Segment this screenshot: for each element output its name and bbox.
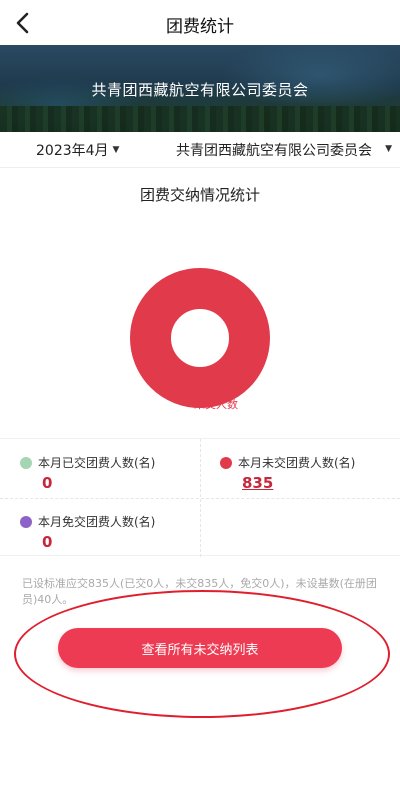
stat-unpaid: 本月未交团费人数(名) 835: [220, 453, 400, 503]
stat-paid: 本月已交团费人数(名) 0: [20, 453, 200, 503]
stats-grid: 本月已交团费人数(名) 0 本月未交团费人数(名) 835 本月免交团费人数(名…: [0, 438, 400, 557]
filter-bar: 2023年4月 ▼ 共青团西藏航空有限公司委员会 ▼: [0, 132, 400, 168]
donut-chart-svg: [130, 268, 270, 408]
banner-trees-decoration: [0, 106, 400, 132]
stat-exempt-value: 0: [42, 533, 53, 551]
stat-exempt-label: 本月免交团费人数(名): [38, 515, 156, 529]
chart-callout-line: [180, 383, 190, 405]
stat-paid-value: 0: [42, 474, 53, 492]
stat-paid-label: 本月已交团费人数(名): [38, 456, 156, 470]
summary-note: 已设标准应交835人(已交0人，未交835人，免交0人)，未设基数(在册团员)4…: [22, 577, 377, 606]
page-title: 团费统计: [166, 17, 234, 37]
view-unpaid-list-button[interactable]: 查看所有未交纳列表: [58, 628, 342, 668]
stat-exempt: 本月免交团费人数(名) 0: [20, 512, 200, 562]
unpaid-legend-dot: [220, 457, 232, 469]
month-dropdown-value: 2023年4月: [36, 143, 109, 159]
stat-unpaid-value-link[interactable]: 835: [242, 474, 273, 492]
caret-down-icon: ▼: [112, 145, 120, 155]
paid-legend-dot: [20, 457, 32, 469]
nav-bar: 团费统计: [0, 0, 400, 45]
organization-dropdown-value: 共青团西藏航空有限公司委员会: [176, 143, 372, 159]
month-dropdown[interactable]: 2023年4月 ▼: [36, 140, 119, 160]
chart-callout-label: 未交人数: [194, 398, 238, 411]
caret-down-icon: ▼: [385, 144, 392, 154]
donut-slice-1: [130, 268, 270, 408]
exempt-legend-dot: [20, 516, 32, 528]
organization-dropdown[interactable]: 共青团西藏航空有限公司委员会 ▼: [176, 140, 394, 160]
payment-donut-chart: 未交人数: [120, 258, 280, 418]
banner-title: 共青团西藏航空有限公司委员会: [91, 81, 309, 99]
header-banner: 共青团西藏航空有限公司委员会: [0, 45, 400, 132]
stat-unpaid-label: 本月未交团费人数(名): [238, 456, 356, 470]
section-title: 团费交纳情况统计: [139, 186, 260, 204]
